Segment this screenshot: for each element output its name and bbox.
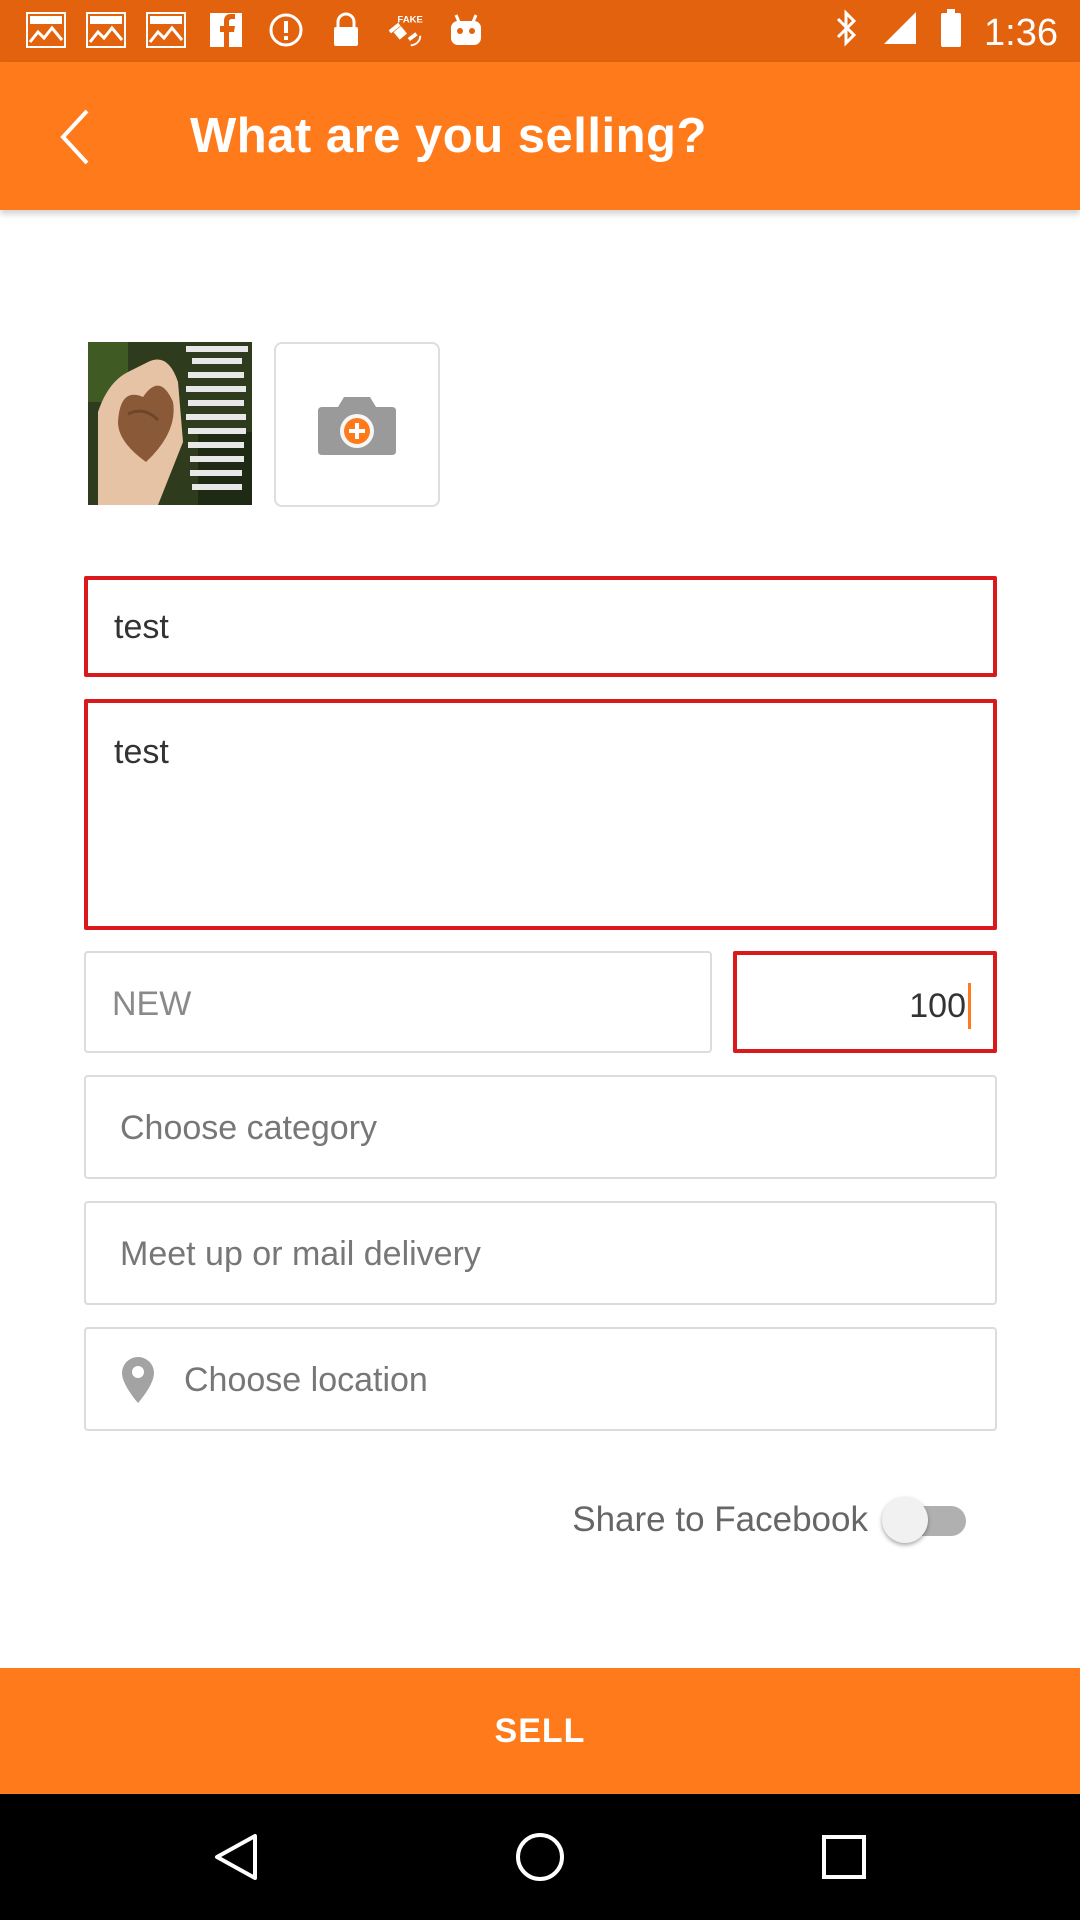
signal-icon — [882, 10, 918, 56]
title-input[interactable]: test — [84, 576, 997, 677]
description-value: test — [114, 733, 169, 771]
notification-icons: FAKE — [26, 10, 486, 50]
price-input[interactable]: 100 — [733, 951, 997, 1053]
location-select[interactable]: Choose location — [84, 1327, 997, 1431]
title-value: test — [114, 608, 169, 646]
facebook-icon — [206, 10, 246, 50]
toggle-knob — [882, 1497, 928, 1543]
delivery-select[interactable]: Meet up or mail delivery — [84, 1201, 997, 1305]
location-pin-icon — [120, 1355, 156, 1414]
back-arrow-icon — [60, 109, 89, 165]
text-cursor — [968, 983, 971, 1029]
nav-home-icon — [516, 1833, 564, 1881]
android-icon — [446, 10, 486, 50]
bluetooth-icon — [834, 8, 860, 58]
lock-icon — [326, 10, 366, 50]
heart-stone-photo — [88, 342, 252, 505]
share-facebook-row: Share to Facebook — [572, 1494, 970, 1546]
delivery-placeholder: Meet up or mail delivery — [120, 1235, 481, 1273]
nav-back-icon — [215, 1834, 257, 1880]
battery-icon — [940, 8, 962, 58]
fake-gps-icon: FAKE — [386, 10, 426, 50]
nav-recents-icon — [822, 1835, 866, 1879]
clock: 1:36 — [984, 11, 1058, 54]
nav-back-button[interactable] — [206, 1827, 266, 1887]
share-facebook-label: Share to Facebook — [572, 1500, 868, 1539]
ifl-markets-icon — [86, 10, 126, 50]
app-bar: What are you selling? — [0, 62, 1080, 210]
price-value: 100 — [909, 986, 966, 1025]
alert-icon — [266, 10, 306, 50]
category-select[interactable]: Choose category — [84, 1075, 997, 1179]
price-wrap: 100 — [909, 983, 971, 1029]
nav-home-button[interactable] — [510, 1827, 570, 1887]
share-facebook-toggle[interactable] — [882, 1494, 970, 1546]
condition-select[interactable]: NEW — [84, 951, 712, 1053]
svg-text:FAKE: FAKE — [397, 14, 422, 25]
description-input[interactable]: test — [84, 699, 997, 930]
location-placeholder: Choose location — [184, 1361, 428, 1399]
nav-recents-button[interactable] — [814, 1827, 874, 1887]
camera-add-icon — [318, 396, 396, 455]
page-title: What are you selling? — [190, 109, 707, 163]
category-placeholder: Choose category — [120, 1109, 378, 1147]
condition-value: NEW — [112, 985, 192, 1023]
photo-thumbnail[interactable] — [88, 342, 252, 505]
status-right: 1:36 — [834, 8, 1058, 58]
add-photo-button[interactable] — [274, 342, 440, 507]
status-bar: FAKE 1:36 — [0, 0, 1080, 62]
system-nav-bar — [0, 1794, 1080, 1920]
ifl-markets-icon — [146, 10, 186, 50]
back-button[interactable] — [40, 102, 110, 172]
ifl-markets-icon — [26, 10, 66, 50]
sell-button[interactable]: SELL — [0, 1668, 1080, 1794]
